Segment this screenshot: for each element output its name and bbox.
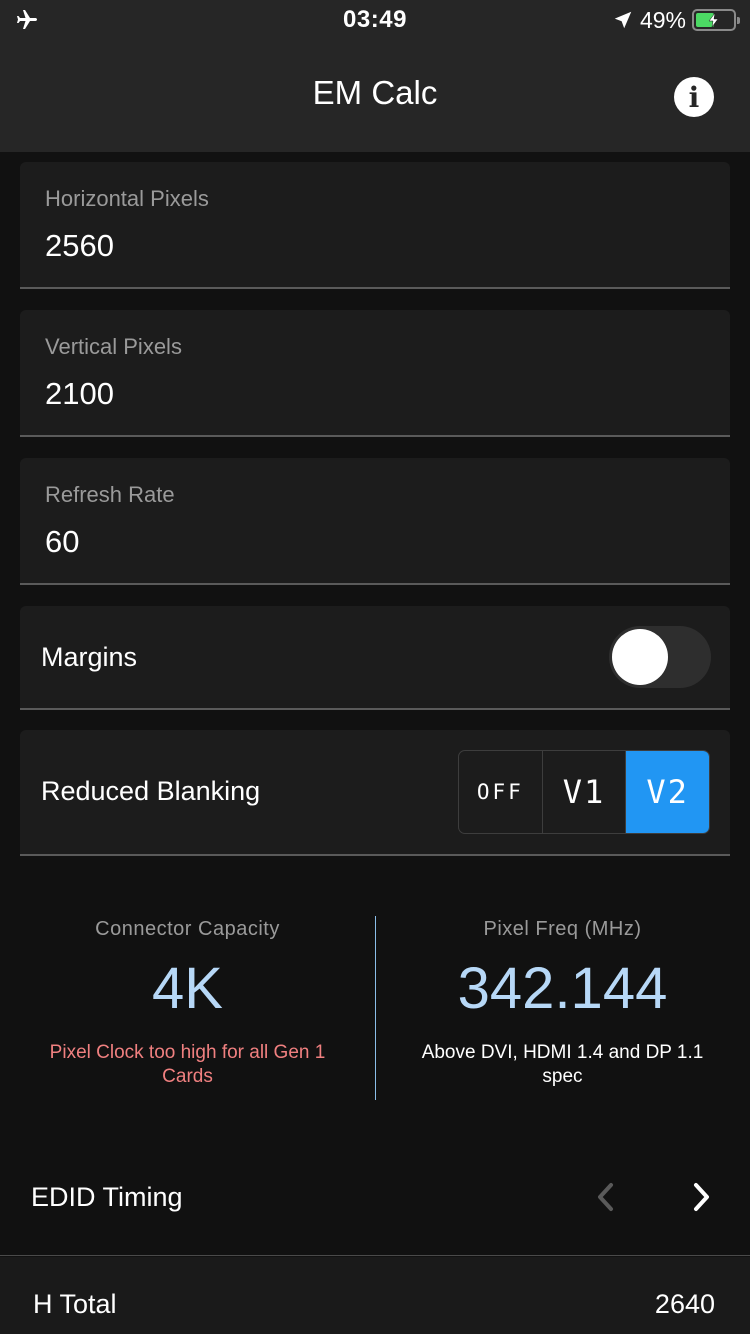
refresh-rate-field[interactable]: Refresh Rate 60 (20, 458, 730, 585)
connector-capacity-value: 4K (152, 956, 223, 1021)
chevron-right-icon[interactable] (687, 1178, 717, 1216)
refresh-rate-input[interactable]: 60 (45, 524, 79, 560)
pixel-freq-value: 342.144 (457, 956, 668, 1021)
charging-bolt-icon (708, 12, 719, 28)
vertical-pixels-label: Vertical Pixels (45, 334, 182, 359)
reduced-blanking-row: Reduced Blanking OFF V1 V2 (20, 730, 730, 856)
pixel-freq-note: Above DVI, HDMI 1.4 and DP 1.1 spec (421, 1042, 704, 1087)
refresh-rate-label: Refresh Rate (45, 482, 175, 507)
h-total-row: H Total 2640 (0, 1257, 750, 1334)
reduced-blanking-segmented-control: OFF V1 V2 (458, 750, 710, 834)
location-arrow-icon (614, 11, 632, 29)
horizontal-pixels-input[interactable]: 2560 (45, 228, 114, 264)
info-icon: i (688, 81, 700, 114)
h-total-value: 2640 (654, 1289, 715, 1319)
margins-row: Margins (20, 606, 730, 710)
chevron-left-icon[interactable] (590, 1178, 620, 1216)
pixel-freq-caption: Pixel Freq (MHz) (483, 918, 642, 940)
stats-divider (375, 916, 376, 1100)
segment-off[interactable]: OFF (459, 751, 543, 833)
battery-percent: 49% (639, 6, 686, 33)
segment-v2[interactable]: V2 (626, 751, 709, 833)
margins-label: Margins (41, 642, 138, 672)
connector-capacity-stat: Connector Capacity 4K Pixel Clock too hi… (30, 900, 345, 1089)
status-bar: 03:49 49% (0, 0, 750, 40)
status-right-group: 49% (612, 6, 740, 34)
results-panel: Connector Capacity 4K Pixel Clock too hi… (0, 900, 750, 1110)
segment-v1[interactable]: V1 (543, 751, 627, 833)
horizontal-pixels-label: Horizontal Pixels (45, 186, 209, 211)
vertical-pixels-input[interactable]: 2100 (45, 376, 114, 412)
info-button[interactable]: i (674, 77, 714, 117)
navigation-bar: EM Calc i (0, 40, 750, 152)
h-total-label: H Total (33, 1289, 117, 1319)
edid-timing-label: EDID Timing (31, 1182, 183, 1212)
horizontal-pixels-field[interactable]: Horizontal Pixels 2560 (20, 162, 730, 289)
margins-toggle[interactable] (609, 626, 711, 688)
edid-timing-row: EDID Timing (0, 1140, 750, 1256)
page-title: EM Calc (312, 74, 438, 111)
connector-capacity-note: Pixel Clock too high for all Gen 1 Cards (49, 1042, 326, 1087)
reduced-blanking-label: Reduced Blanking (41, 776, 261, 806)
pixel-freq-stat: Pixel Freq (MHz) 342.144 Above DVI, HDMI… (405, 900, 720, 1089)
toggle-knob (612, 629, 668, 685)
vertical-pixels-field[interactable]: Vertical Pixels 2100 (20, 310, 730, 437)
battery-charging-icon (692, 9, 740, 31)
connector-capacity-caption: Connector Capacity (95, 918, 280, 940)
